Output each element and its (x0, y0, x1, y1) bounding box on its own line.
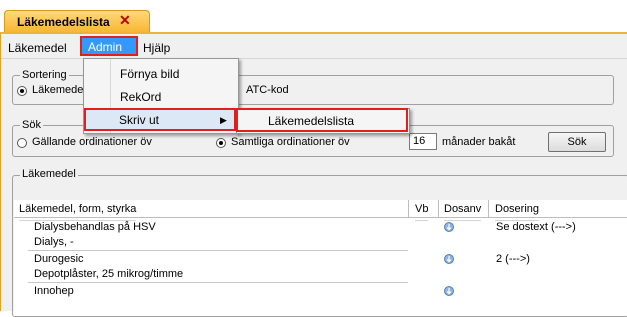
sok-radio-gallande[interactable] (17, 138, 27, 148)
row-dosering: 2 (--->) (496, 253, 530, 265)
row-sub: Depotplåster, 25 mikrog/timme (34, 268, 184, 280)
menu-admin[interactable]: Admin (80, 36, 138, 56)
months-input-value: 16 (413, 135, 426, 147)
menu-item-rekord[interactable]: RekOrd (120, 90, 161, 104)
menu-admin-label: Admin (88, 40, 123, 54)
table-row[interactable]: Durogesic Depotplåster, 25 mikrog/timme … (14, 251, 627, 283)
table-row[interactable]: Dialysbehandlas på HSV Dialys, - Se dost… (14, 218, 627, 250)
lakemedel-title: Läkemedel (20, 168, 78, 180)
lakemedel-table: Läkemedel, form, styrka Vb Dosanv Doseri… (14, 200, 627, 311)
months-label: månader bakåt (442, 136, 516, 148)
row-name: Durogesic (34, 253, 84, 265)
menu-item-lakemedelslista[interactable]: Läkemedelslista (236, 108, 408, 132)
menu-item-skriv-ut[interactable]: Skriv ut ▶ (84, 108, 236, 131)
col-divider (408, 200, 409, 217)
sok-title: Sök (20, 119, 43, 131)
row-dosering: Se dostext (--->) (496, 221, 576, 233)
sok-option-samtliga: Samtliga ordinationer öv (231, 136, 350, 148)
dose-info-icon[interactable] (444, 286, 454, 296)
sortering-radio-lakemedel[interactable] (17, 86, 27, 96)
tab-lakemedelslista[interactable]: Läkemedelslista ✕ (4, 10, 150, 32)
menu-item-skriv-ut-label: Skriv ut (119, 113, 160, 127)
menu-item-lakemedelslista-label: Läkemedelslista (268, 114, 355, 128)
row-name: Innohep (34, 285, 74, 297)
sortering-option-atc: ATC-kod (246, 84, 289, 96)
col-divider (488, 200, 489, 217)
menu-item-fornya-bild[interactable]: Förnya bild (120, 67, 179, 81)
menu-hjalp[interactable]: Hjälp (140, 40, 173, 56)
col-divider (438, 200, 439, 217)
menu-lakemedel[interactable]: Läkemedel (5, 40, 70, 56)
sok-button[interactable]: Sök (548, 132, 606, 152)
dose-info-icon[interactable] (444, 222, 454, 232)
months-input[interactable]: 16 (409, 133, 437, 150)
sok-radio-samtliga[interactable] (216, 138, 226, 148)
sortering-title: Sortering (20, 69, 69, 81)
submenu-arrow-icon: ▶ (220, 115, 227, 125)
sok-option-gallande: Gällande ordinationer öv (32, 136, 152, 148)
sortering-option-lakemedel: Läkemedel (32, 84, 86, 96)
dose-info-icon[interactable] (444, 254, 454, 264)
tab-label: Läkemedelslista (17, 15, 110, 29)
row-name: Dialysbehandlas på HSV (34, 221, 156, 233)
row-sub: Dialys, - (34, 236, 74, 248)
close-icon[interactable]: ✕ (119, 12, 131, 29)
row-divider (28, 282, 408, 283)
table-row[interactable]: Innohep (14, 284, 627, 311)
